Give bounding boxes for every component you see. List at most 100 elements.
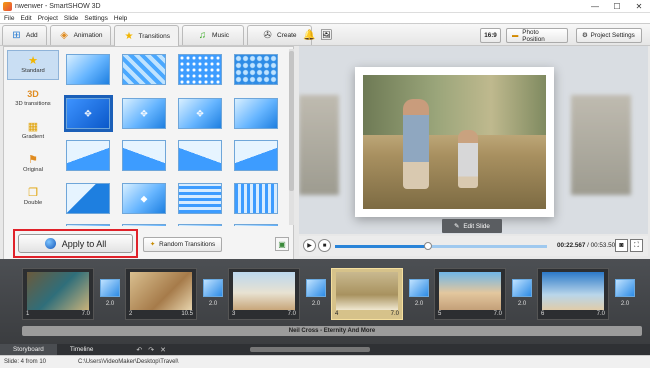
tab-timeline[interactable]: Timeline xyxy=(57,344,107,355)
transition-thumb[interactable] xyxy=(234,224,278,226)
add-file-icon: ▣ xyxy=(278,239,286,249)
storyboard-slide[interactable]: 3 7.0 xyxy=(228,268,300,320)
3d-icon: 3D xyxy=(27,89,39,99)
transition-thumb[interactable]: ✥ xyxy=(122,98,166,129)
tab-storyboard[interactable]: Storyboard xyxy=(0,344,57,355)
progress-track[interactable] xyxy=(335,242,547,250)
menu-help[interactable]: Help xyxy=(114,15,127,22)
flag-icon: ⚑ xyxy=(28,154,38,166)
maximize-button[interactable]: ☐ xyxy=(606,0,628,13)
menu-settings[interactable]: Settings xyxy=(84,15,108,22)
transition-duration[interactable]: 2.0 xyxy=(409,301,429,307)
category-standard[interactable]: ★ Standard xyxy=(7,50,59,80)
storyboard-slide[interactable]: 6 7.0 xyxy=(537,268,609,320)
slide-duration[interactable]: 7.0 xyxy=(288,311,296,317)
apply-to-all-button[interactable]: Apply to All xyxy=(18,234,133,253)
tab-add[interactable]: ⊞ Add xyxy=(2,25,47,45)
transition-thumb[interactable] xyxy=(178,183,222,214)
transition-thumb[interactable] xyxy=(122,224,166,226)
slide-duration[interactable]: 7.0 xyxy=(82,311,90,317)
transition-thumb[interactable] xyxy=(122,54,166,85)
slide-duration[interactable]: 7.0 xyxy=(494,311,502,317)
transition-slot[interactable] xyxy=(512,279,532,297)
transition-thumb[interactable]: ✥ xyxy=(178,98,222,129)
music-track[interactable]: Neil Cross - Eternity And More xyxy=(22,326,642,336)
add-transition-button[interactable]: ▣ xyxy=(275,237,289,251)
storyboard-slide[interactable]: 4 7.0 xyxy=(331,268,403,320)
fullscreen-icon: ⛶ xyxy=(634,241,639,249)
diamond-icon: ◆ xyxy=(140,193,148,203)
transition-thumb[interactable] xyxy=(234,98,278,129)
transition-duration[interactable]: 2.0 xyxy=(100,301,120,307)
storyboard-slide[interactable]: 5 7.0 xyxy=(434,268,506,320)
edit-slide-button[interactable]: ✎ Edit Slide xyxy=(442,219,502,233)
transition-duration[interactable]: 2.0 xyxy=(615,301,635,307)
transition-thumb[interactable] xyxy=(234,140,278,171)
gear-icon: ⚙ xyxy=(582,32,588,39)
transitions-scrollbar[interactable] xyxy=(289,49,294,225)
category-gradient[interactable]: ▦ Gradient xyxy=(7,116,59,146)
status-bar: Slide: 4 from 10 C:\Users\VideoMaker\Des… xyxy=(0,355,650,368)
minimize-button[interactable]: — xyxy=(584,0,606,13)
bell-icon[interactable]: 🔔 xyxy=(303,30,315,41)
slide-duration[interactable]: 7.0 xyxy=(391,311,399,317)
menu-slide[interactable]: Slide xyxy=(64,15,78,22)
transition-slot[interactable] xyxy=(306,279,326,297)
transition-thumb[interactable] xyxy=(66,224,110,226)
transition-thumb[interactable] xyxy=(66,54,110,85)
transition-slot[interactable] xyxy=(615,279,635,297)
menu-edit[interactable]: Edit xyxy=(20,15,31,22)
tab-create[interactable]: ✇ Create xyxy=(247,25,312,45)
category-original[interactable]: ⚑ Original xyxy=(7,149,59,179)
random-transitions-button[interactable]: ✦ Random Transitions xyxy=(143,237,222,252)
transition-thumb[interactable] xyxy=(178,140,222,171)
fullscreen-button[interactable]: ⛶ xyxy=(630,239,643,252)
slide-duration[interactable]: 10.5 xyxy=(181,311,193,317)
tab-music[interactable]: ♫ Music xyxy=(182,25,245,45)
slide-duration[interactable]: 7.0 xyxy=(597,311,605,317)
transition-thumb[interactable]: ◆ xyxy=(122,183,166,214)
slide-thumbnail xyxy=(27,272,89,310)
transition-slot[interactable] xyxy=(203,279,223,297)
transition-thumb[interactable] xyxy=(178,54,222,85)
project-settings-button[interactable]: ⚙ Project Settings xyxy=(576,28,642,43)
window-title: nwenwer - SmartSHOW 3D xyxy=(15,2,101,10)
transition-duration[interactable]: 2.0 xyxy=(306,301,326,307)
image-icon[interactable]: 🖼 xyxy=(320,30,333,41)
transition-thumb[interactable] xyxy=(66,183,110,214)
transition-slot[interactable] xyxy=(100,279,120,297)
transition-duration[interactable]: 2.0 xyxy=(203,301,223,307)
play-button[interactable]: ▶ xyxy=(303,239,316,252)
redo-icon[interactable]: ↷ xyxy=(148,346,154,354)
photo-position-button[interactable]: ▬ Photo Position xyxy=(506,28,568,43)
storyboard-slide[interactable]: 1 7.0 xyxy=(22,268,94,320)
aspect-ratio-button[interactable]: 16:9 xyxy=(480,28,501,43)
filmstrip: 1 7.0 2.0 2 10.5 2.0 3 7.0 2.0 4 7.0 2.0 5 7.0 2.0 6 7.0… xyxy=(18,263,650,325)
category-3d[interactable]: 3D 3D transitions xyxy=(7,83,59,113)
transition-grid: ✥ ✥ ✥ ◆ xyxy=(64,50,286,226)
storyboard-slide[interactable]: 2 10.5 xyxy=(125,268,197,320)
progress-knob[interactable] xyxy=(424,242,433,250)
scrollbar-thumb[interactable] xyxy=(289,51,294,191)
tab-animation[interactable]: ◈ Animation xyxy=(49,25,112,45)
transition-duration[interactable]: 2.0 xyxy=(512,301,532,307)
transition-thumb[interactable]: ✥ xyxy=(64,95,113,132)
tab-transitions[interactable]: ★ Transitions xyxy=(114,25,180,46)
snapshot-button[interactable]: ◙ xyxy=(615,239,628,252)
delete-icon[interactable]: ✕ xyxy=(160,346,166,354)
storyboard-scrollbar[interactable] xyxy=(250,347,370,352)
stop-button[interactable]: ■ xyxy=(318,239,331,252)
transition-thumb[interactable] xyxy=(234,183,278,214)
category-double[interactable]: ❐ Double xyxy=(7,182,59,212)
transition-thumb[interactable] xyxy=(66,140,110,171)
transition-thumb[interactable] xyxy=(122,140,166,171)
menu-file[interactable]: File xyxy=(4,15,14,22)
double-icon: ❐ xyxy=(28,187,38,199)
previous-slide-ghost xyxy=(299,95,339,195)
transition-thumb[interactable] xyxy=(178,224,222,226)
undo-icon[interactable]: ↶ xyxy=(136,346,142,354)
close-button[interactable]: ✕ xyxy=(628,0,650,13)
transition-slot[interactable] xyxy=(409,279,429,297)
transition-thumb[interactable] xyxy=(234,54,278,85)
menu-project[interactable]: Project xyxy=(38,15,58,22)
